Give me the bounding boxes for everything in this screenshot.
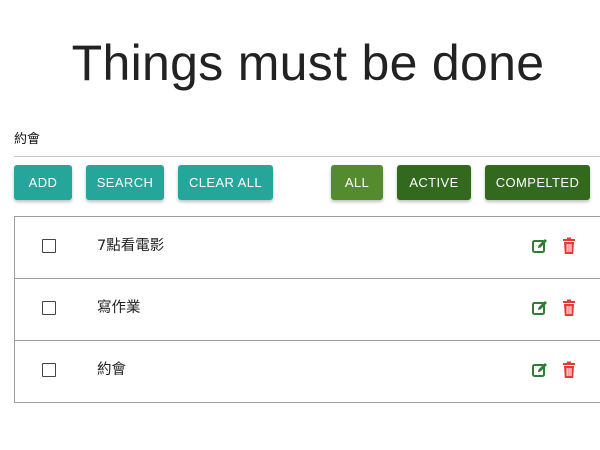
- todo-list: 7點看電影 寫作業 約會: [14, 216, 600, 403]
- todo-checkbox[interactable]: [42, 239, 56, 253]
- todo-input[interactable]: [14, 124, 600, 150]
- todo-label: 約會: [97, 362, 126, 378]
- filter-completed-button[interactable]: COMPELTED: [485, 165, 590, 200]
- todo-label: 7點看電影: [97, 238, 165, 254]
- page-title: Things must be done: [71, 35, 545, 91]
- todo-app: Things must be done ADD SEARCH CLEAR ALL…: [0, 0, 600, 450]
- add-button[interactable]: ADD: [14, 165, 72, 200]
- todo-item: 約會: [15, 341, 600, 402]
- trash-icon[interactable]: [561, 237, 577, 255]
- edit-icon[interactable]: [531, 237, 549, 255]
- todo-input-wrapper: [14, 118, 600, 157]
- todo-checkbox[interactable]: [42, 301, 56, 315]
- trash-icon[interactable]: [561, 299, 577, 317]
- edit-icon[interactable]: [531, 361, 549, 379]
- clear-all-button[interactable]: CLEAR ALL: [178, 165, 273, 200]
- edit-icon[interactable]: [531, 299, 549, 317]
- todo-label: 寫作業: [97, 300, 141, 316]
- trash-icon[interactable]: [561, 361, 577, 379]
- filter-active-button[interactable]: ACTIVE: [397, 165, 471, 200]
- todo-item: 寫作業: [15, 279, 600, 341]
- todo-item: 7點看電影: [15, 217, 600, 279]
- search-button[interactable]: SEARCH: [86, 165, 164, 200]
- filter-all-button[interactable]: ALL: [331, 165, 383, 200]
- todo-checkbox[interactable]: [42, 363, 56, 377]
